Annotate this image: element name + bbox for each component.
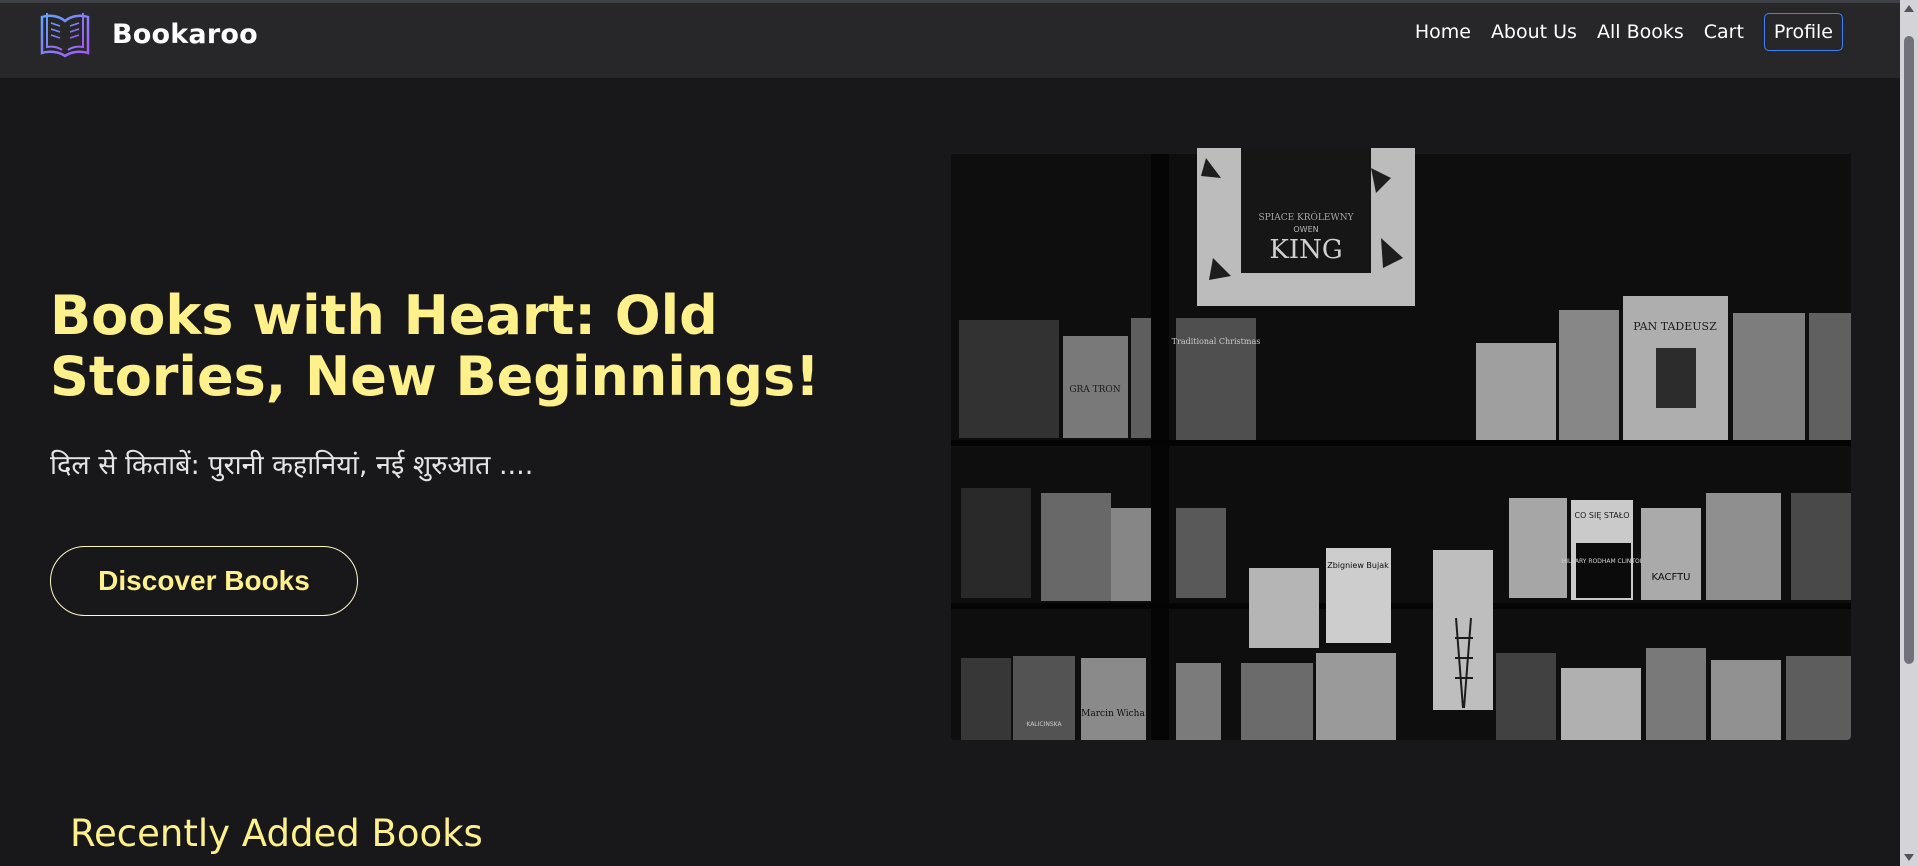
open-book-icon [40,13,90,58]
brand-name: Bookaroo [112,18,258,50]
recently-added-title: Recently Added Books [70,812,483,855]
scrollbar-thumb[interactable] [1904,36,1914,664]
nav-cart-link[interactable]: Cart [1704,21,1744,43]
discover-books-button[interactable]: Discover Books [50,546,358,616]
nav-links: Home About Us All Books Cart Profile [1415,13,1843,51]
nav-about-link[interactable]: About Us [1491,21,1577,43]
scroll-down-icon[interactable] [1904,854,1914,861]
navbar: Bookaroo Home About Us All Books Cart Pr… [0,3,1900,78]
page-scrollbar[interactable] [1900,0,1918,866]
hero-subtitle: दिल से किताबें: पुरानी कहानियां, नई शुरु… [50,450,534,481]
profile-button[interactable]: Profile [1763,13,1843,51]
hero-bookstore-image: SPIACE KRÓLEWNY OWEN KING GRA TRON Tradi… [951,148,1851,740]
brand[interactable]: Bookaroo [38,9,258,59]
scroll-up-icon[interactable] [1904,5,1914,12]
hero-title: Books with Heart: Old Stories, New Begin… [50,284,820,408]
bookstore-window-illustration: SPIACE KRÓLEWNY OWEN KING GRA TRON Tradi… [951,148,1851,740]
nav-all-books-link[interactable]: All Books [1597,21,1684,43]
nav-home-link[interactable]: Home [1415,21,1471,43]
